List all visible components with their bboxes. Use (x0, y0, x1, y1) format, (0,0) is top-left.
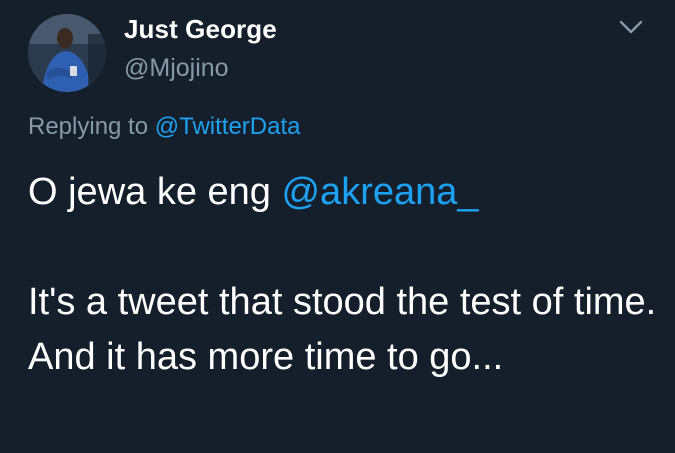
replying-to-label: Replying to (28, 113, 155, 140)
tweet-text-line1: O jewa ke eng (28, 171, 282, 213)
chevron-down-icon[interactable] (618, 18, 644, 36)
tweet: Just George @Mjojino Replying to @Twitte… (0, 0, 675, 453)
author-handle[interactable]: @Mjojino (124, 53, 277, 83)
replying-to-line: Replying to @TwitterData (28, 112, 300, 142)
avatar-image (28, 14, 106, 92)
author-display-name[interactable]: Just George (124, 14, 277, 44)
author-block: Just George @Mjojino (124, 14, 277, 83)
tweet-text: O jewa ke eng @akreana_ It's a tweet tha… (28, 165, 658, 385)
avatar[interactable] (28, 14, 106, 92)
tweet-paragraph-2: It's a tweet that stood the test of time… (28, 281, 657, 378)
replying-to-mention-link[interactable]: @TwitterData (155, 113, 301, 140)
tweet-mention-link[interactable]: @akreana_ (281, 171, 478, 213)
tweet-paragraph-1: O jewa ke eng @akreana_ (28, 165, 658, 220)
